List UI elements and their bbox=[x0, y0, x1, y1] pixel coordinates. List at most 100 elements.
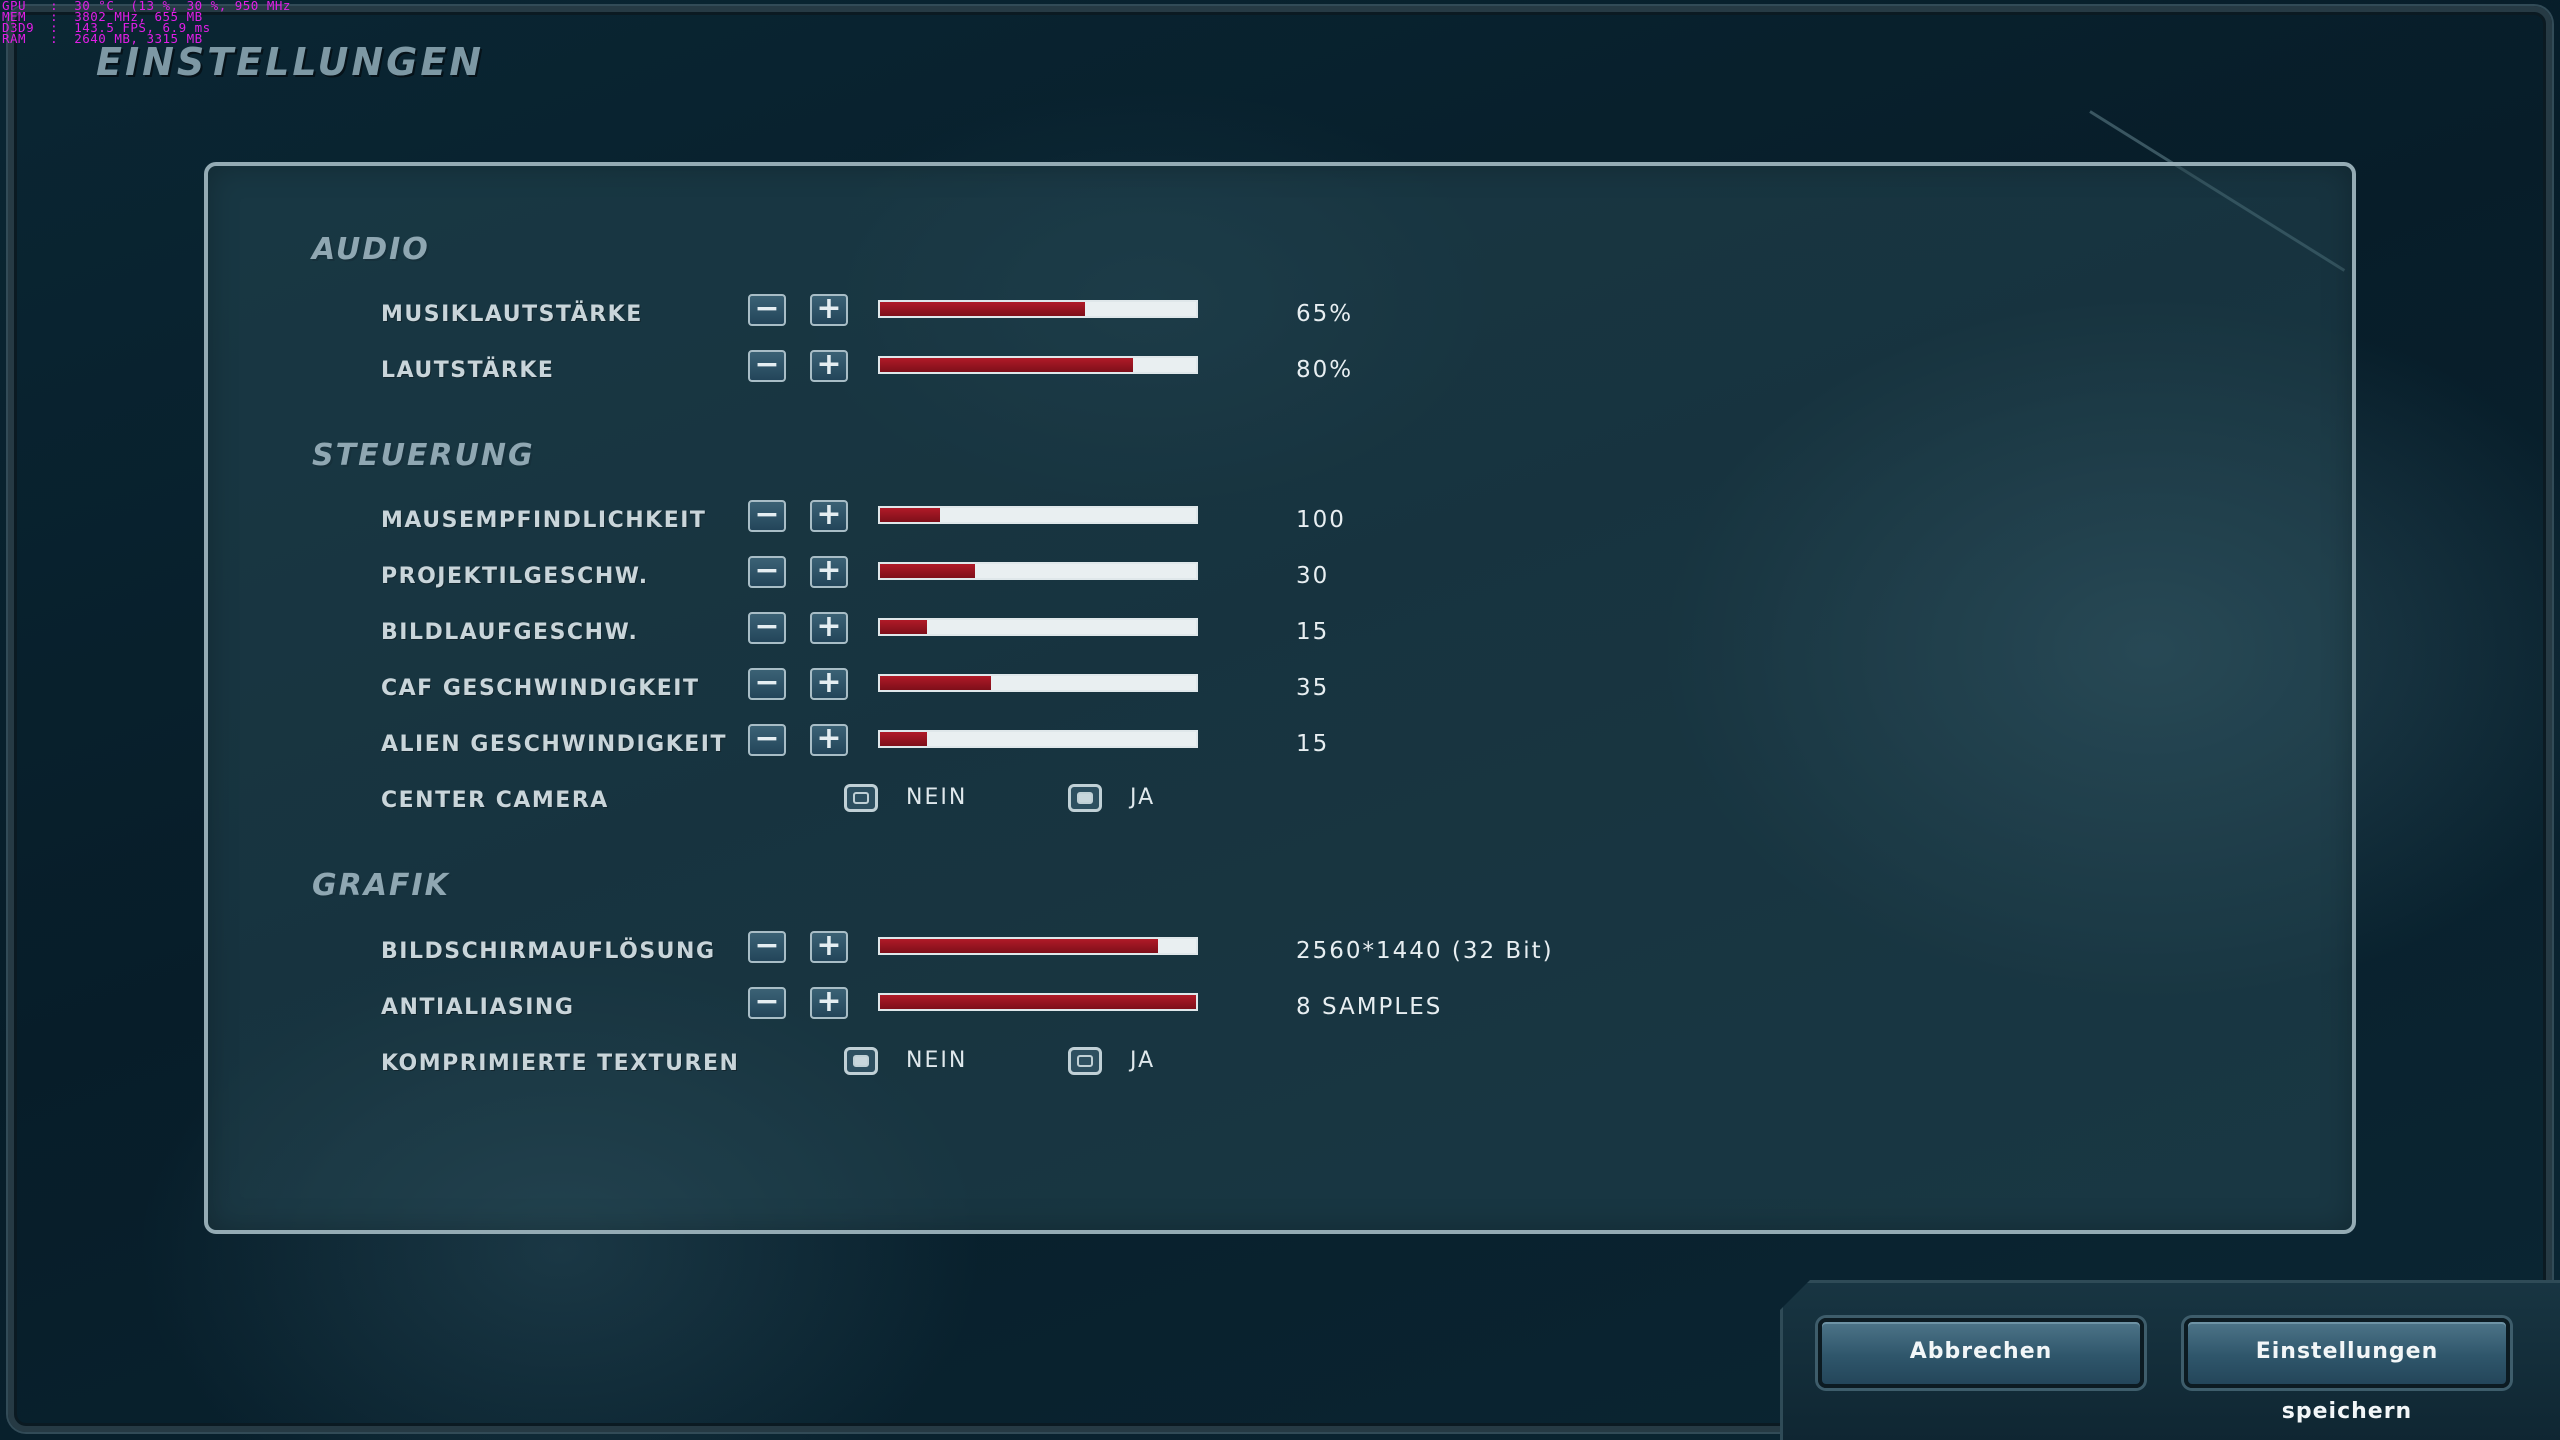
slider-fill bbox=[880, 676, 991, 690]
setting-value: 8 SAMPLES bbox=[1296, 994, 1443, 1020]
minus-icon: − bbox=[754, 497, 780, 532]
cancel-button[interactable]: Abbrechen bbox=[1818, 1318, 2144, 1388]
minus-icon: − bbox=[754, 347, 780, 382]
settings-panel: AUDIO MUSIKLAUTSTÄRKE − + 65% LAUTSTÄRKE… bbox=[204, 162, 2356, 1234]
page-title: EINSTELLUNGEN bbox=[96, 40, 485, 84]
plus-icon: + bbox=[816, 347, 842, 382]
section-title-graphics: GRAFIK bbox=[312, 868, 450, 903]
slider-fill bbox=[880, 564, 975, 578]
checkbox[interactable] bbox=[844, 1047, 878, 1075]
minus-icon: − bbox=[754, 984, 780, 1019]
plus-icon: + bbox=[816, 553, 842, 588]
slider-fill bbox=[880, 620, 928, 634]
plus-icon: + bbox=[816, 984, 842, 1019]
setting-value: 100 bbox=[1296, 507, 1346, 533]
option-label: NEIN bbox=[906, 785, 968, 810]
increase-button[interactable]: + bbox=[810, 987, 848, 1019]
setting-row-projectile-speed: PROJEKTILGESCHW. − + 30 bbox=[208, 556, 2352, 596]
save-settings-button[interactable]: Einstellungen speichern bbox=[2184, 1318, 2510, 1424]
value-slider[interactable] bbox=[878, 300, 1198, 318]
decrease-button[interactable]: − bbox=[748, 500, 786, 532]
setting-label: MAUSEMPFINDLICHKEIT bbox=[381, 508, 707, 533]
setting-row-resolution: BILDSCHIRMAUFLÖSUNG − + 2560*1440 (32 Bi… bbox=[208, 931, 2352, 971]
plus-icon: + bbox=[816, 928, 842, 963]
decrease-button[interactable]: − bbox=[748, 724, 786, 756]
value-slider[interactable] bbox=[878, 506, 1198, 524]
value-slider[interactable] bbox=[878, 993, 1198, 1011]
option-label: JA bbox=[1130, 1048, 1156, 1073]
setting-value: 2560*1440 (32 Bit) bbox=[1296, 938, 1554, 964]
minus-icon: − bbox=[754, 291, 780, 326]
decrease-button[interactable]: − bbox=[748, 668, 786, 700]
setting-label: KOMPRIMIERTE TEXTUREN bbox=[381, 1051, 740, 1076]
setting-row-caf-speed: CAF GESCHWINDIGKEIT − + 35 bbox=[208, 668, 2352, 708]
value-slider[interactable] bbox=[878, 730, 1198, 748]
minus-icon: − bbox=[754, 721, 780, 756]
option-label: NEIN bbox=[906, 1048, 968, 1073]
checkbox-mark bbox=[1077, 1055, 1093, 1067]
value-slider[interactable] bbox=[878, 356, 1198, 374]
setting-label: CENTER CAMERA bbox=[381, 788, 609, 813]
decrease-button[interactable]: − bbox=[748, 987, 786, 1019]
setting-label: CAF GESCHWINDIGKEIT bbox=[381, 676, 700, 701]
setting-row-mouse-sensitivity: MAUSEMPFINDLICHKEIT − + 100 bbox=[208, 500, 2352, 540]
setting-value: 65% bbox=[1296, 301, 1354, 327]
setting-row-antialiasing: ANTIALIASING − + 8 SAMPLES bbox=[208, 987, 2352, 1027]
minus-icon: − bbox=[754, 553, 780, 588]
setting-row-volume: LAUTSTÄRKE − + 80% bbox=[208, 350, 2352, 390]
plus-icon: + bbox=[816, 665, 842, 700]
plus-icon: + bbox=[816, 497, 842, 532]
value-slider[interactable] bbox=[878, 618, 1198, 636]
minus-icon: − bbox=[754, 609, 780, 644]
decrease-button[interactable]: − bbox=[748, 294, 786, 326]
plus-icon: + bbox=[816, 609, 842, 644]
value-slider[interactable] bbox=[878, 937, 1198, 955]
increase-button[interactable]: + bbox=[810, 612, 848, 644]
slider-fill bbox=[880, 302, 1086, 316]
setting-row-center-camera: CENTER CAMERA NEIN JA bbox=[208, 780, 2352, 820]
plus-icon: + bbox=[816, 291, 842, 326]
decrease-button[interactable]: − bbox=[748, 350, 786, 382]
increase-button[interactable]: + bbox=[810, 668, 848, 700]
minus-icon: − bbox=[754, 665, 780, 700]
setting-label: LAUTSTÄRKE bbox=[381, 358, 555, 383]
section-title-controls: STEUERUNG bbox=[312, 438, 535, 473]
setting-label: MUSIKLAUTSTÄRKE bbox=[381, 302, 643, 327]
plus-icon: + bbox=[816, 721, 842, 756]
increase-button[interactable]: + bbox=[810, 931, 848, 963]
slider-fill bbox=[880, 732, 928, 746]
slider-fill bbox=[880, 995, 1196, 1009]
setting-label: BILDSCHIRMAUFLÖSUNG bbox=[381, 939, 716, 964]
minus-icon: − bbox=[754, 928, 780, 963]
increase-button[interactable]: + bbox=[810, 556, 848, 588]
decrease-button[interactable]: − bbox=[748, 612, 786, 644]
performance-overlay: GPU : 30 °C (13 %, 30 %, 950 MHz MEM : 38… bbox=[2, 0, 291, 45]
checkbox[interactable] bbox=[844, 784, 878, 812]
setting-row-alien-speed: ALIEN GESCHWINDIGKEIT − + 15 bbox=[208, 724, 2352, 764]
checkbox-mark bbox=[853, 1055, 869, 1067]
setting-value: 35 bbox=[1296, 675, 1330, 701]
checkbox[interactable] bbox=[1068, 784, 1102, 812]
setting-row-scroll-speed: BILDLAUFGESCHW. − + 15 bbox=[208, 612, 2352, 652]
value-slider[interactable] bbox=[878, 562, 1198, 580]
decrease-button[interactable]: − bbox=[748, 556, 786, 588]
checkbox-mark bbox=[1077, 792, 1093, 804]
setting-value: 80% bbox=[1296, 357, 1354, 383]
checkbox[interactable] bbox=[1068, 1047, 1102, 1075]
slider-fill bbox=[880, 939, 1159, 953]
value-slider[interactable] bbox=[878, 674, 1198, 692]
option-label: JA bbox=[1130, 785, 1156, 810]
increase-button[interactable]: + bbox=[810, 350, 848, 382]
setting-value: 15 bbox=[1296, 731, 1330, 757]
setting-label: ANTIALIASING bbox=[381, 995, 575, 1020]
increase-button[interactable]: + bbox=[810, 294, 848, 326]
setting-label: PROJEKTILGESCHW. bbox=[381, 564, 649, 589]
section-title-audio: AUDIO bbox=[312, 232, 430, 267]
settings-screen: GPU : 30 °C (13 %, 30 %, 950 MHz MEM : 38… bbox=[0, 0, 2560, 1440]
decrease-button[interactable]: − bbox=[748, 931, 786, 963]
increase-button[interactable]: + bbox=[810, 500, 848, 532]
setting-value: 15 bbox=[1296, 619, 1330, 645]
setting-label: ALIEN GESCHWINDIGKEIT bbox=[381, 732, 727, 757]
increase-button[interactable]: + bbox=[810, 724, 848, 756]
slider-fill bbox=[880, 508, 941, 522]
